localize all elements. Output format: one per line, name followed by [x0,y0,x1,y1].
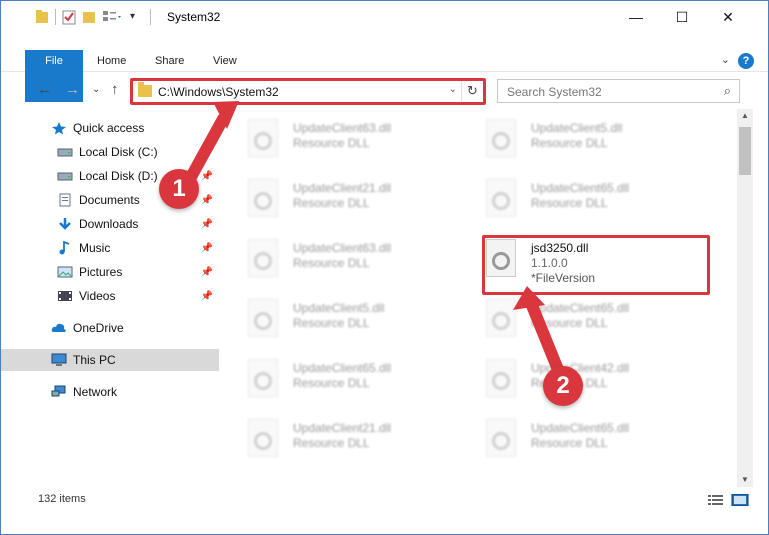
callout-arrows [185,101,567,383]
arrow-1-icon [185,101,239,183]
step-badge-1: 1 [159,169,199,209]
file-explorer-window: ▾ System32 — ☐ ✕ File Home Share View ⌄ … [0,0,769,535]
step-badge-2: 2 [543,366,583,406]
arrow-2-icon [513,286,567,383]
